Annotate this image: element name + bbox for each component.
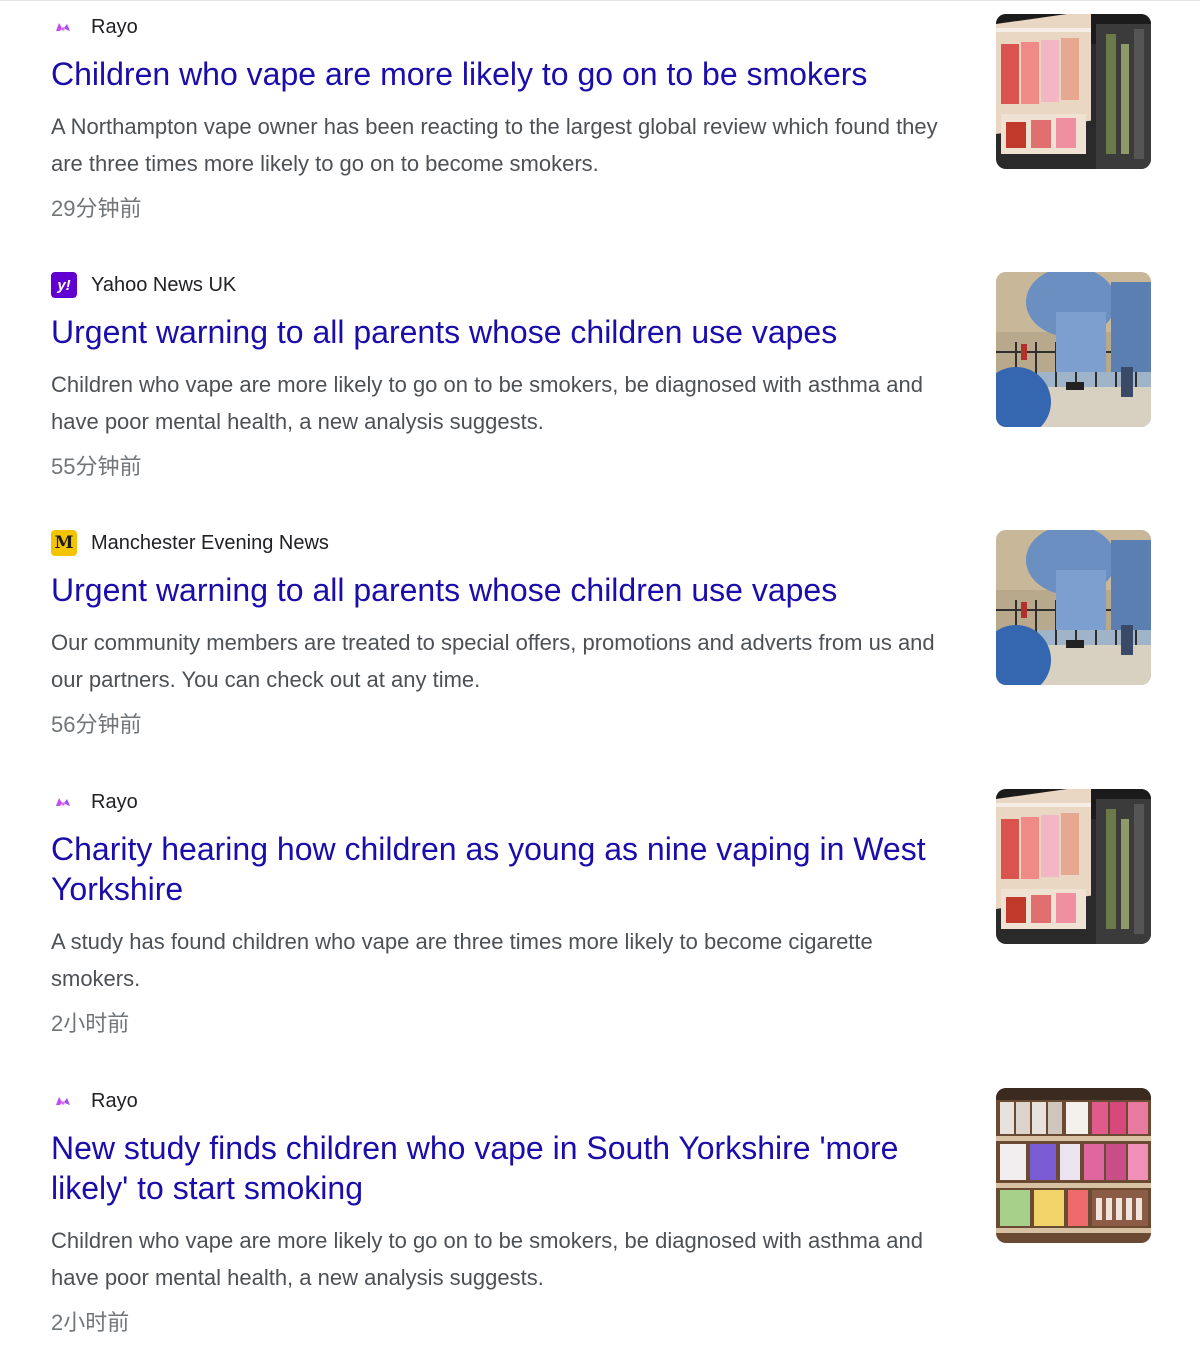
source-row[interactable]: Rayo [51, 14, 138, 40]
yahoo-logo-icon: y! [51, 272, 77, 298]
source-row[interactable]: y! Yahoo News UK [51, 272, 236, 298]
source-name: Rayo [91, 1090, 138, 1112]
vape-shop-shelf-image[interactable] [996, 14, 1151, 169]
news-result: y! Yahoo News UK Urgent warning to all p… [0, 272, 1200, 492]
source-row[interactable]: M Manchester Evening News [51, 530, 329, 556]
headline-link[interactable]: Urgent warning to all parents whose chil… [51, 312, 961, 352]
source-row[interactable]: Rayo [51, 789, 138, 815]
news-result: Rayo Charity hearing how children as you… [0, 789, 1200, 1049]
timestamp: 2小时前 [51, 1310, 130, 1335]
rayo-logo-icon [51, 789, 77, 815]
top-divider [0, 0, 1200, 1]
teenagers-vaping-image[interactable] [996, 272, 1151, 427]
headline-link[interactable]: Urgent warning to all parents whose chil… [51, 570, 961, 610]
snippet: Children who vape are more likely to go … [51, 1228, 923, 1290]
timestamp: 56分钟前 [51, 712, 142, 737]
headline-link[interactable]: Charity hearing how children as young as… [51, 829, 961, 909]
snippet: A Northampton vape owner has been reacti… [51, 114, 938, 176]
source-name: Rayo [91, 791, 138, 813]
snippet: Our community members are treated to spe… [51, 630, 935, 692]
men-logo-icon: M [51, 530, 77, 556]
source-name: Rayo [91, 16, 138, 38]
snippet: A study has found children who vape are … [51, 929, 873, 991]
teenagers-vaping-image[interactable] [996, 530, 1151, 685]
source-row[interactable]: Rayo [51, 1088, 138, 1114]
source-name: Manchester Evening News [91, 532, 329, 554]
timestamp: 2小时前 [51, 1011, 130, 1036]
news-result: M Manchester Evening News Urgent warning… [0, 530, 1200, 750]
snippet: Children who vape are more likely to go … [51, 372, 923, 434]
rayo-logo-icon [51, 1088, 77, 1114]
news-result: Rayo Children who vape are more likely t… [0, 14, 1200, 234]
source-name: Yahoo News UK [91, 274, 237, 296]
timestamp: 29分钟前 [51, 196, 142, 221]
vape-shop-shelf-image[interactable] [996, 789, 1151, 944]
timestamp: 55分钟前 [51, 454, 142, 479]
vape-display-shelves-image[interactable] [996, 1088, 1151, 1243]
rayo-logo-icon [51, 14, 77, 40]
headline-link[interactable]: New study finds children who vape in Sou… [51, 1128, 961, 1208]
news-result: Rayo New study finds children who vape i… [0, 1088, 1200, 1348]
headline-link[interactable]: Children who vape are more likely to go … [51, 54, 961, 94]
